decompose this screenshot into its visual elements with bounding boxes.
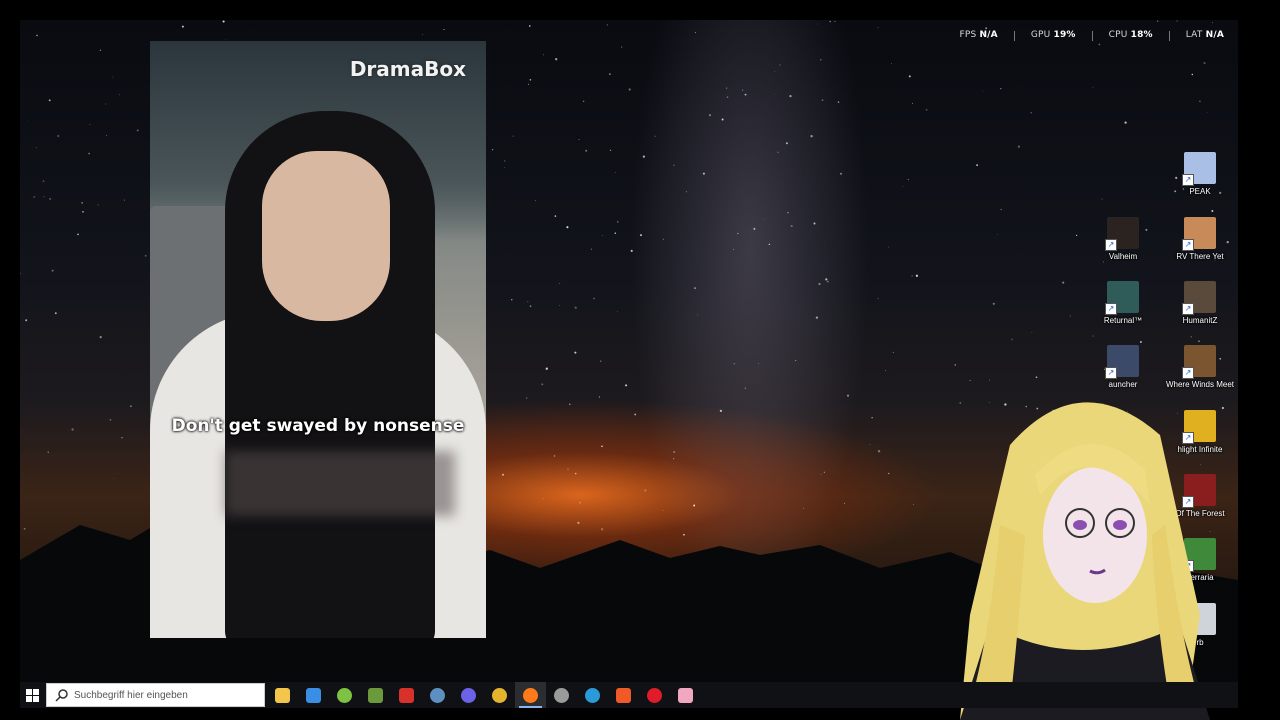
cpu-value: 18% [1130,30,1153,40]
taskbar-app-button[interactable] [329,682,360,708]
fps-metric: FPS N/A [959,30,997,41]
valheim-icon: ↗ [1105,217,1139,251]
vtuber-avatar [960,402,1210,720]
gpu-metric: GPU 19% [1031,30,1076,41]
taskbar-app-button[interactable] [670,682,701,708]
pink-app-icon [678,687,693,703]
desktop-shortcut[interactable]: ↗ Valheim [1085,217,1161,261]
file-explorer-icon [275,687,290,703]
taskbar-app-button[interactable] [267,682,298,708]
peak-icon: ↗ [1182,152,1216,186]
desktop-shortcut-label: HumanitZ [1182,316,1218,325]
shortcut-arrow-icon: ↗ [1182,174,1194,186]
taskbar-app-button[interactable] [639,682,670,708]
desktop-shortcut-label: Valheim [1108,252,1138,261]
search-icon [55,689,68,702]
overlay-divider [1013,31,1015,41]
steam-icon [430,687,445,703]
shortcut-arrow-icon: ↗ [1182,303,1194,315]
desktop-shortcut[interactable]: ↗ RV There Yet [1162,217,1238,261]
taskbar-app-button[interactable] [577,682,608,708]
video-person-face [262,151,390,321]
desktop-shortcut[interactable]: ↗ PEAK [1162,152,1238,196]
windows-start-button[interactable] [22,682,42,708]
rv-there-yet-icon: ↗ [1182,217,1216,251]
taskbar: Suchbegriff hier eingeben [20,682,1238,708]
windows-logo-icon [25,688,39,702]
overlay-divider [1168,31,1170,41]
shortcut-arrow-icon: ↗ [1182,239,1194,251]
taskbar-app-button[interactable] [546,682,577,708]
gpu-value: 19% [1053,30,1076,40]
performance-overlay: FPS N/A GPU 19% CPU 18% LAT N/A [959,30,1224,41]
lat-value: N/A [1205,30,1224,40]
cpu-label: CPU [1108,30,1128,40]
taskbar-search-box[interactable]: Suchbegriff hier eingeben [46,683,265,707]
taskbar-app-button[interactable] [422,682,453,708]
desktop-shortcut-label: RV There Yet [1176,252,1224,261]
swirl-app-icon [585,687,600,703]
discord-icon [461,687,476,703]
opera-icon [647,687,662,703]
shortcut-arrow-icon: ↗ [1105,303,1117,315]
firefox-icon [523,687,538,703]
lat-metric: LAT N/A [1186,30,1224,41]
minecraft-icon [368,687,383,703]
lat-label: LAT [1185,30,1203,40]
dramabox-logo: DramaBox [349,57,466,81]
fps-value: N/A [979,30,998,40]
microsoft-store-icon [306,687,321,703]
shortcut-arrow-icon: ↗ [1105,239,1117,251]
desktop-shortcut-label: Returnal™ [1103,316,1143,325]
returnal-icon: ↗ [1105,281,1139,315]
fps-label: FPS [959,30,977,40]
speedometer-icon [554,687,569,703]
gpu-label: GPU [1030,30,1051,40]
humanitz-icon: ↗ [1182,281,1216,315]
taskbar-app-button[interactable] [298,682,329,708]
chrome-icon [492,687,507,703]
taskbar-app-button[interactable] [608,682,639,708]
taskbar-app-button[interactable] [391,682,422,708]
search-placeholder: Suchbegriff hier eingeben [74,689,188,701]
desktop-shortcut[interactable]: ↗ Returnal™ [1085,281,1161,325]
overlay-divider [1091,31,1093,41]
taskbar-app-button[interactable] [360,682,391,708]
red-app-icon [399,687,414,703]
blurred-subtitle-area [225,451,455,516]
launcher-icon: ↗ [1105,345,1139,379]
brave-icon [616,687,631,703]
android-app-icon [337,687,352,703]
cpu-metric: CPU 18% [1109,30,1153,41]
taskbar-app-button[interactable] [484,682,515,708]
desktop-shortcut-label: PEAK [1189,187,1211,196]
desktop-shortcut[interactable]: ↗ HumanitZ [1162,281,1238,325]
video-subtitle: Don't get swayed by nonsense [171,416,465,436]
where-winds-meet-icon: ↗ [1182,345,1216,379]
taskbar-app-button[interactable] [515,682,546,708]
taskbar-pinned-apps [267,682,701,708]
taskbar-app-button[interactable] [453,682,484,708]
drama-video-player[interactable]: DramaBox Don't get swayed by nonsense [150,41,486,638]
